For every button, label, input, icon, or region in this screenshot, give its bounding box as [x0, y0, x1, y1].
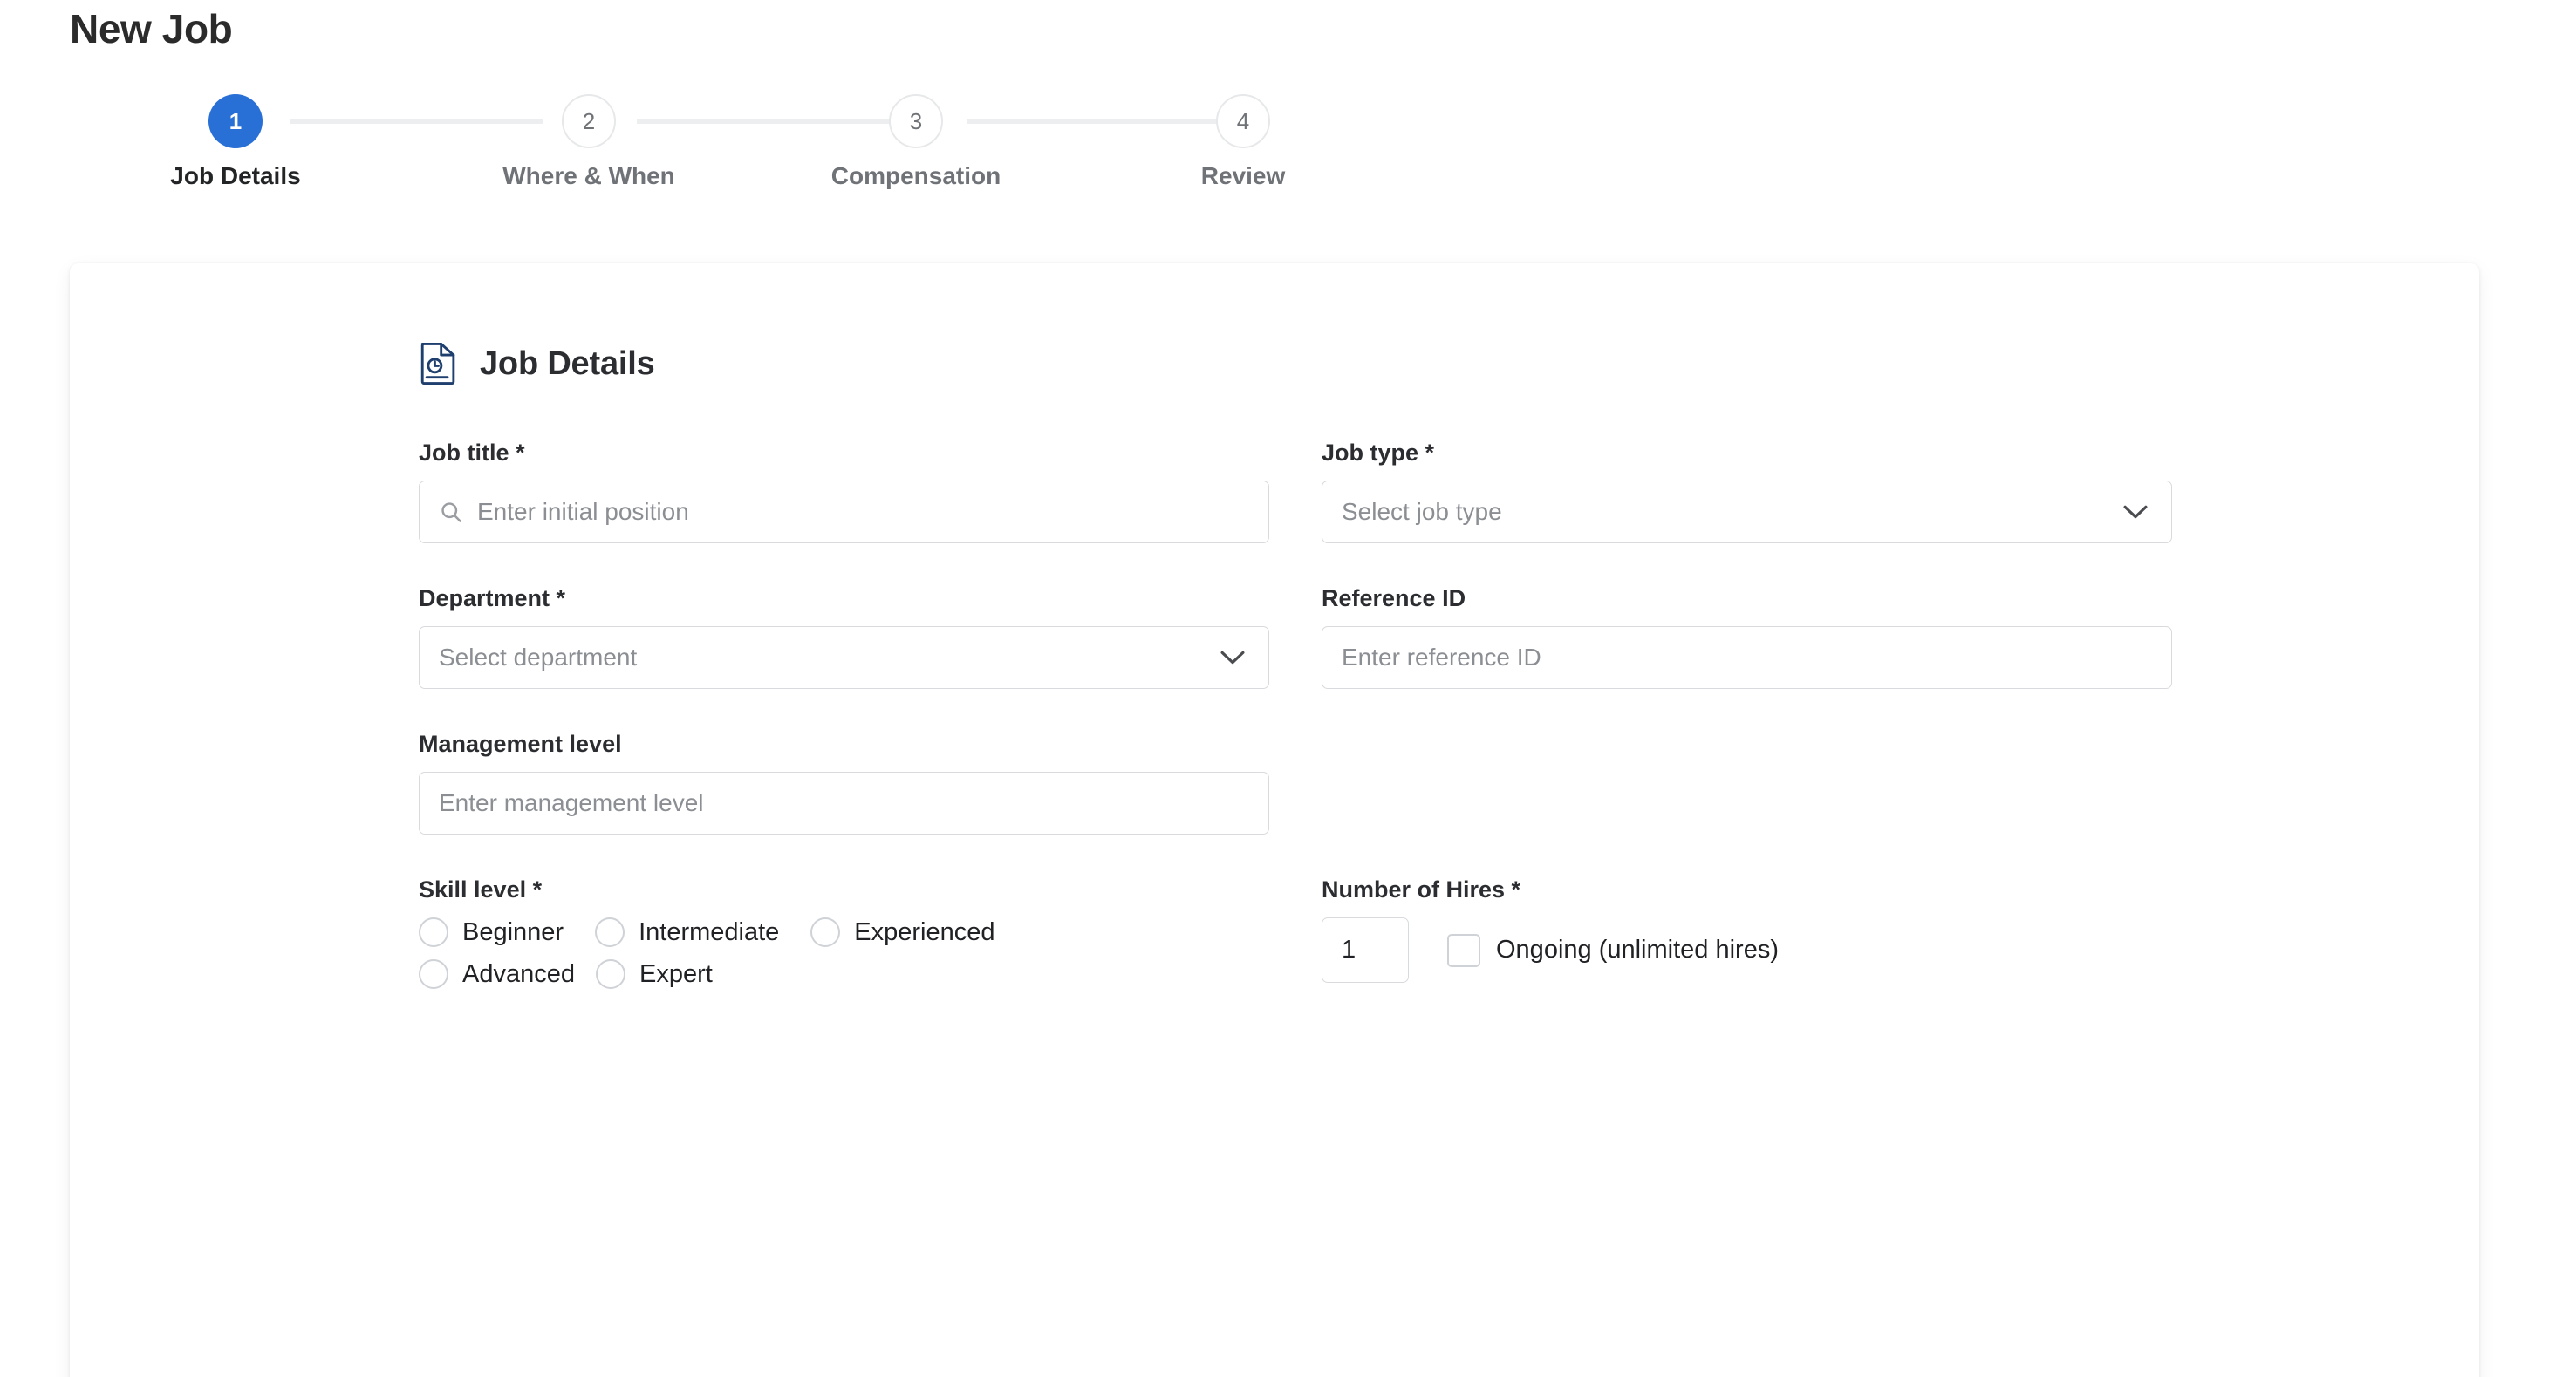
- stepper-step-4[interactable]: 4 Review: [1156, 94, 1330, 190]
- job-type-placeholder: Select job type: [1342, 498, 1502, 525]
- number-of-hires-label: Number of Hires *: [1322, 876, 1521, 903]
- department-placeholder: Select department: [439, 644, 638, 671]
- radio-experienced-dot[interactable]: [810, 917, 841, 947]
- stepper-step-3[interactable]: 3 Compensation: [829, 94, 1003, 190]
- job-type-select[interactable]: Select job type: [1322, 481, 2172, 543]
- stepper-step-2-label: Where & When: [502, 162, 675, 189]
- number-of-hires-input[interactable]: 1: [1322, 917, 1409, 983]
- radio-beginner-dot[interactable]: [419, 917, 448, 947]
- stepper-step-1[interactable]: 1 Job Details: [148, 94, 323, 190]
- search-icon: [439, 500, 463, 524]
- stepper-track: 1 Job Details 2 Where & When 3 Compensat…: [70, 94, 1285, 189]
- radio-intermediate[interactable]: Intermediate: [595, 917, 779, 947]
- radio-beginner[interactable]: Beginner: [419, 917, 564, 947]
- stepper-step-1-label: Job Details: [170, 162, 301, 189]
- radio-advanced-label: Advanced: [462, 959, 575, 988]
- radio-intermediate-label: Intermediate: [639, 917, 780, 946]
- radio-intermediate-dot[interactable]: [595, 917, 625, 947]
- radio-advanced[interactable]: Advanced: [419, 959, 575, 989]
- skill-level-radio-group: Beginner Intermediate Experienced Advanc…: [419, 917, 1269, 989]
- management-level-placeholder: Enter management level: [439, 789, 704, 816]
- field-department: Department * Select department: [419, 585, 1269, 689]
- job-title-placeholder: Enter initial position: [477, 498, 689, 525]
- job-details-form: Job title * Enter initial position Job t…: [419, 440, 2172, 1043]
- section-title: Job Details: [480, 344, 655, 382]
- radio-expert[interactable]: Expert: [596, 959, 713, 989]
- radio-beginner-label: Beginner: [462, 917, 564, 946]
- stepper-step-3-label: Compensation: [830, 162, 1001, 189]
- radio-advanced-dot[interactable]: [419, 959, 448, 989]
- skill-level-label: Skill level *: [419, 876, 543, 903]
- stepper-connector-1-2: [290, 119, 543, 124]
- stepper-step-4-label: Review: [1200, 162, 1286, 189]
- job-title-label: Job title *: [419, 440, 525, 466]
- ongoing-hires-checkbox[interactable]: Ongoing (unlimited hires): [1447, 933, 1779, 967]
- stepper-connector-3-4: [967, 119, 1220, 124]
- reference-id-label: Reference ID: [1322, 585, 1466, 611]
- field-number-of-hires: Number of Hires * 1 Ongoing (unlimited h…: [1322, 876, 2172, 1001]
- ongoing-hires-label: Ongoing (unlimited hires): [1496, 936, 1779, 964]
- skill-level-row-1: Beginner Intermediate Experienced: [419, 917, 1269, 947]
- department-label: Department *: [419, 585, 566, 611]
- reference-id-placeholder: Enter reference ID: [1342, 644, 1541, 671]
- management-level-input[interactable]: Enter management level: [419, 772, 1269, 835]
- document-clock-icon: [419, 342, 459, 385]
- section-header: Job Details: [419, 342, 2172, 385]
- page-title: New Job: [70, 6, 233, 51]
- number-of-hires-row: 1 Ongoing (unlimited hires): [1322, 917, 2172, 983]
- radio-expert-label: Expert: [639, 959, 713, 988]
- radio-expert-dot[interactable]: [596, 959, 625, 989]
- job-title-input[interactable]: Enter initial position: [419, 481, 1269, 543]
- radio-experienced[interactable]: Experienced: [810, 917, 995, 947]
- field-job-type: Job type * Select job type: [1322, 440, 2172, 543]
- card-content: Job Details Job title * Enter initial po…: [419, 342, 2172, 1043]
- ongoing-hires-checkbox-box[interactable]: [1447, 933, 1480, 967]
- field-job-title: Job title * Enter initial position: [419, 440, 1269, 543]
- field-skill-level: Skill level * Beginner Intermediate Expe…: [419, 876, 1269, 1001]
- progress-stepper: 1 Job Details 2 Where & When 3 Compensat…: [70, 94, 1285, 234]
- radio-experienced-label: Experienced: [854, 917, 995, 946]
- skill-level-row-2: Advanced Expert: [419, 959, 1269, 989]
- field-management-level: Management level Enter management level: [419, 731, 1269, 835]
- reference-id-input[interactable]: Enter reference ID: [1322, 626, 2172, 689]
- field-reference-id: Reference ID Enter reference ID: [1322, 585, 2172, 689]
- department-select[interactable]: Select department: [419, 626, 1269, 689]
- stepper-connector-2-3: [637, 119, 890, 124]
- stepper-step-2-circle[interactable]: 2: [562, 94, 616, 148]
- new-job-page: New Job 1 Job Details 2 Where & When 3 C…: [0, 0, 2576, 1377]
- job-type-label: Job type *: [1322, 440, 1435, 466]
- stepper-step-3-circle[interactable]: 3: [889, 94, 943, 148]
- stepper-step-1-circle[interactable]: 1: [208, 94, 263, 148]
- job-details-card: Job Details Job title * Enter initial po…: [70, 263, 2479, 1377]
- management-level-label: Management level: [419, 731, 622, 757]
- stepper-step-2[interactable]: 2 Where & When: [502, 94, 676, 190]
- stepper-step-4-circle[interactable]: 4: [1216, 94, 1270, 148]
